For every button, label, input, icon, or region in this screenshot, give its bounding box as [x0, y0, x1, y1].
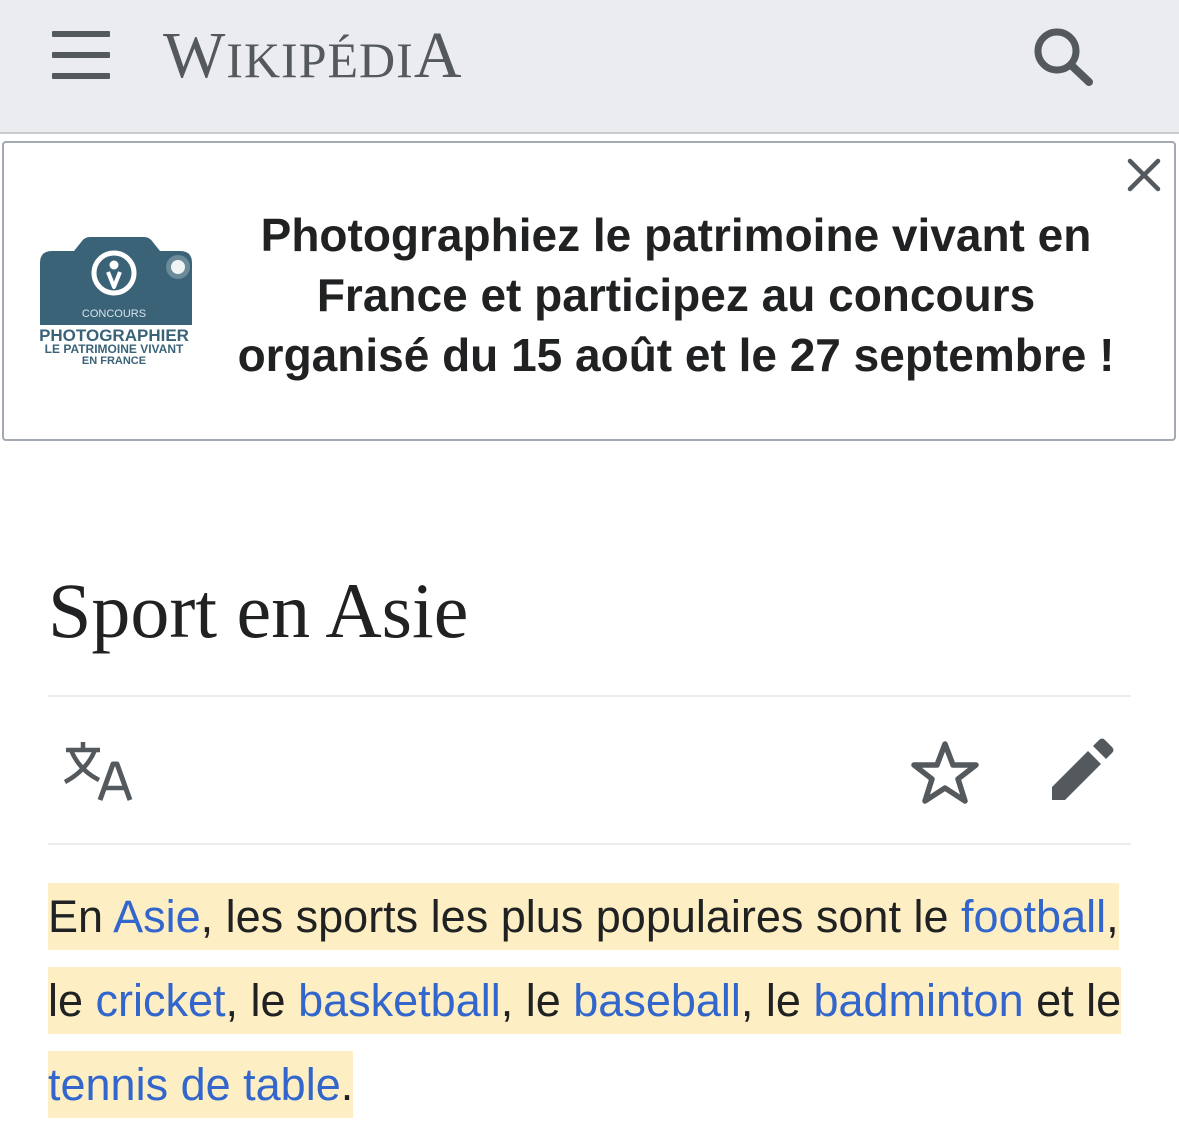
paragraph-text: En [48, 891, 114, 942]
link-football[interactable]: football [961, 891, 1106, 942]
banner-line: organisé du 15 août et le 27 septembre ! [237, 329, 1115, 381]
wordmark-initial: W [163, 19, 227, 92]
wordmark-middle: IKIPÉDI [226, 32, 414, 88]
link-asie[interactable]: Asie [113, 891, 201, 942]
logo-text-en-france: EN FRANCE [82, 355, 146, 367]
pencil-icon[interactable] [1048, 738, 1114, 804]
wikipedia-wordmark[interactable]: WIKIPÉDIA [163, 18, 463, 94]
page-title: Sport en Asie [48, 567, 469, 654]
close-icon[interactable] [1124, 155, 1164, 195]
paragraph-text: , le [740, 975, 814, 1026]
banner-line: Photographiez le patrimoine vivant en [260, 209, 1092, 261]
contest-camera-logo: CONCOURS PHOTOGRAPHIER LE PATRIMOINE VIV… [39, 237, 192, 367]
banner-line: France et participez au concours [316, 269, 1036, 321]
contest-banner[interactable]: CONCOURS PHOTOGRAPHIER LE PATRIMOINE VIV… [2, 141, 1176, 441]
hamburger-icon[interactable] [52, 31, 110, 79]
text-highlight: En Asie, les sports les plus populaires … [48, 883, 1122, 1118]
paragraph-text: , le [225, 975, 299, 1026]
link-basketball[interactable]: basketball [298, 975, 501, 1026]
wordmark-final: A [413, 19, 463, 92]
paragraph-text: . [340, 1059, 354, 1110]
paragraph-text: et le [1023, 975, 1122, 1026]
divider [48, 695, 1131, 697]
search-icon[interactable] [1030, 25, 1096, 87]
paragraph-text: , les sports les plus populaires sont le [200, 891, 961, 942]
banner-message[interactable]: Photographiez le patrimoine vivant en Fr… [186, 205, 1166, 385]
link-baseball[interactable]: baseball [573, 975, 741, 1026]
link-badminton[interactable]: badminton [813, 975, 1023, 1026]
link-cricket[interactable]: cricket [96, 975, 226, 1026]
star-icon[interactable] [910, 740, 980, 806]
divider [48, 843, 1131, 845]
paragraph-text: , le [500, 975, 574, 1026]
app-header: WIKIPÉDIA [0, 0, 1179, 134]
logo-text-patrimoine: LE PATRIMOINE VIVANT [45, 342, 184, 356]
article-paragraph: En Asie, les sports les plus populaires … [48, 875, 1158, 1127]
translate-icon[interactable] [62, 740, 136, 804]
link-tennis-de-table[interactable]: tennis de table [48, 1059, 341, 1110]
logo-text-concours: CONCOURS [82, 308, 146, 320]
